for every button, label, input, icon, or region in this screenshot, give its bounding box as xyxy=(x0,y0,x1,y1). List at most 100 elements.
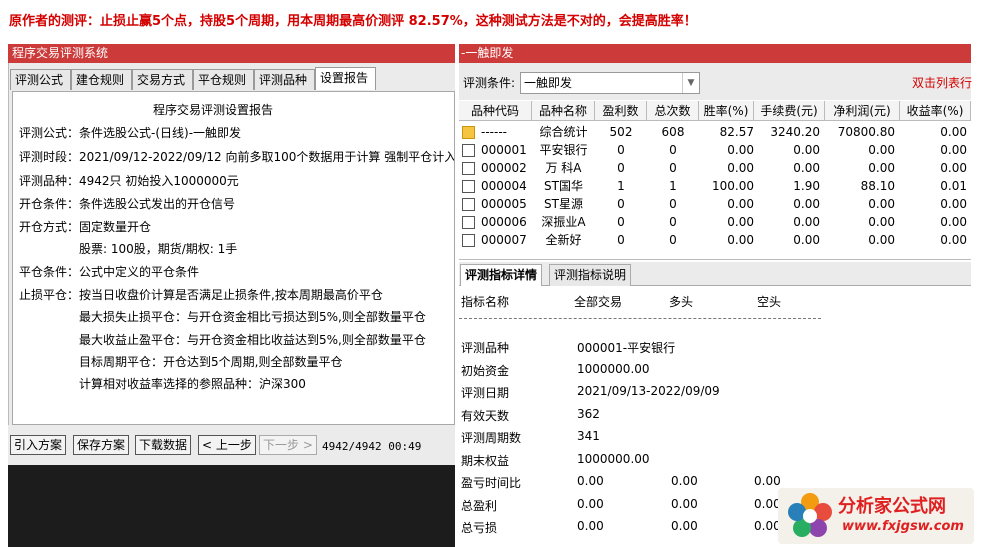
right-window-title: -一触即发 xyxy=(459,44,971,63)
grid-cell: 0.00 xyxy=(940,161,967,175)
grid-cell: 0.00 xyxy=(727,233,754,247)
tab-report[interactable]: 设置报告 xyxy=(315,67,376,90)
grid-cell: 0.00 xyxy=(793,215,820,229)
tab-trade-mode[interactable]: 交易方式 xyxy=(132,69,193,90)
metric-value: 0.00 xyxy=(754,474,781,488)
report-line: 止损平仓：按当日收盘价计算是否满足止损条件,按本周期最高价平仓 xyxy=(19,288,383,302)
grid-cell: 0.00 xyxy=(868,161,895,175)
grid-cell: 0.00 xyxy=(727,143,754,157)
grid-cell: 0 xyxy=(617,233,625,247)
prev-step-button[interactable]: < 上一步 xyxy=(198,435,256,455)
checkbox-icon[interactable] xyxy=(462,144,475,157)
grid-cell: 0.00 xyxy=(940,143,967,157)
detail-header-all: 全部交易 xyxy=(574,295,623,309)
detail-divider xyxy=(459,318,821,319)
detail-header-metric: 指标名称 xyxy=(461,295,510,309)
grid-cell: 0.00 xyxy=(868,197,895,211)
detail-header-long: 多头 xyxy=(669,295,694,309)
double-click-hint: 双击列表行 xyxy=(912,76,973,90)
chevron-down-icon[interactable]: ▼ xyxy=(682,73,699,93)
grid-cell: 0.00 xyxy=(793,161,820,175)
grid-cell: 0 xyxy=(617,143,625,157)
report-line: 评测时段：2021/09/12-2022/09/12 向前多取100个数据用于计… xyxy=(19,150,455,164)
next-step-button[interactable]: 下一步 > xyxy=(259,435,317,455)
checkbox-icon[interactable] xyxy=(462,234,475,247)
metric-value: 2021/09/13-2022/09/09 xyxy=(577,384,720,398)
condition-select[interactable]: 一触即发 ▼ xyxy=(520,72,700,94)
download-data-button[interactable]: 下载数据 xyxy=(135,435,192,455)
metric-value: 0.00 xyxy=(577,496,604,511)
grid-cell: 1.90 xyxy=(793,179,820,193)
tab-open-rules[interactable]: 建仓规则 xyxy=(71,69,132,90)
metric-name: 期末权益 xyxy=(461,453,510,468)
report-line: 最大损失止损平仓：与开仓资金相比亏损达到5%,则全部数量平仓 xyxy=(79,310,426,324)
grid-cell: 608 xyxy=(661,125,685,139)
save-plan-button[interactable]: 保存方案 xyxy=(73,435,130,455)
metric-value: 0.00 xyxy=(754,496,781,511)
grid-cell: 0.00 xyxy=(940,197,967,211)
condition-label: 评测条件: xyxy=(463,76,516,90)
progress-text: 4942/4942 00:49 xyxy=(322,440,422,453)
grid-cell: 0 xyxy=(617,197,625,211)
grid-cell: 平安银行 xyxy=(539,143,588,157)
grid-cell: 综合统计 xyxy=(539,125,588,139)
grid-cell: ------ xyxy=(481,125,507,139)
folder-icon xyxy=(462,126,475,139)
grid-cell: 0.00 xyxy=(940,233,967,247)
grid-header-return[interactable]: 收益率(%) xyxy=(900,101,971,121)
grid-header-name[interactable]: 品种名称 xyxy=(532,101,595,121)
report-line: 平仓条件：公式中定义的平仓条件 xyxy=(19,265,200,279)
metric-value: 0.00 xyxy=(754,519,781,533)
metric-name: 总亏损 xyxy=(461,521,498,535)
grid-cell: 000004 xyxy=(481,179,527,193)
metric-name: 有效天数 xyxy=(461,408,510,423)
grid-header-code[interactable]: 品种代码 xyxy=(459,101,532,121)
tab-close-rules[interactable]: 平仓规则 xyxy=(193,69,254,90)
grid-cell: 0.00 xyxy=(727,197,754,211)
checkbox-icon[interactable] xyxy=(462,162,475,175)
tab-metric-explanation[interactable]: 评测指标说明 xyxy=(549,264,632,286)
grid-cell: 0 xyxy=(617,161,625,175)
grid-cell: 0.00 xyxy=(940,215,967,229)
grid-cell: 0.00 xyxy=(868,215,895,229)
report-line: 评测品种：4942只 初始投入1000000元 xyxy=(19,174,239,188)
grid-cell: 000002 xyxy=(481,161,527,175)
metric-value: 0.00 xyxy=(671,519,698,533)
metric-value: 1000000.00 xyxy=(577,361,650,376)
grid-cell: 0.00 xyxy=(727,215,754,229)
grid-cell: 全新好 xyxy=(545,233,582,247)
grid-header-fee[interactable]: 手续费(元) xyxy=(754,101,825,121)
grid-cell: 000005 xyxy=(481,197,527,211)
metric-value: 362 xyxy=(577,406,600,421)
grid-cell: 100.00 xyxy=(712,179,754,193)
grid-header-wins[interactable]: 盈利数 xyxy=(595,101,647,121)
grid-cell: 1 xyxy=(669,179,677,193)
import-plan-button[interactable]: 引入方案 xyxy=(10,435,67,455)
metric-name: 总盈利 xyxy=(461,498,498,513)
log-area xyxy=(8,465,455,547)
grid-cell: 0.00 xyxy=(793,197,820,211)
grid-header-winrate[interactable]: 胜率(%) xyxy=(699,101,754,121)
metric-value: 341 xyxy=(577,429,600,443)
tab-formula[interactable]: 评测公式 xyxy=(10,69,71,90)
grid-cell: 0 xyxy=(669,233,677,247)
metric-value: 1000000.00 xyxy=(577,451,650,466)
metric-value: 0.00 xyxy=(577,474,604,488)
report-line: 评测公式：条件选股公式-(日线)-一触即发 xyxy=(19,126,242,140)
grid-cell: 0.00 xyxy=(868,233,895,247)
grid-header-profit[interactable]: 净利润(元) xyxy=(825,101,900,121)
tab-metric-details[interactable]: 评测指标详情 xyxy=(460,264,543,286)
condition-value: 一触即发 xyxy=(524,76,573,90)
checkbox-icon[interactable] xyxy=(462,216,475,229)
grid-header-total[interactable]: 总次数 xyxy=(647,101,699,121)
grid-cell: ST星源 xyxy=(544,197,583,211)
grid-cell: 深振业A xyxy=(541,215,586,229)
tab-instruments[interactable]: 评测品种 xyxy=(254,69,315,90)
settings-report-panel: 程序交易评测设置报告 评测公式：条件选股公式-(日线)-一触即发 评测时段：20… xyxy=(12,91,455,425)
checkbox-icon[interactable] xyxy=(462,180,475,193)
checkbox-icon[interactable] xyxy=(462,198,475,211)
metric-value: 0.00 xyxy=(577,519,604,533)
flower-logo-icon xyxy=(788,493,832,537)
grid-cell: 0.00 xyxy=(940,125,967,139)
result-grid: 品种代码 品种名称 盈利数 总次数 胜率(%) 手续费(元) 净利润(元) 收益… xyxy=(459,101,971,260)
